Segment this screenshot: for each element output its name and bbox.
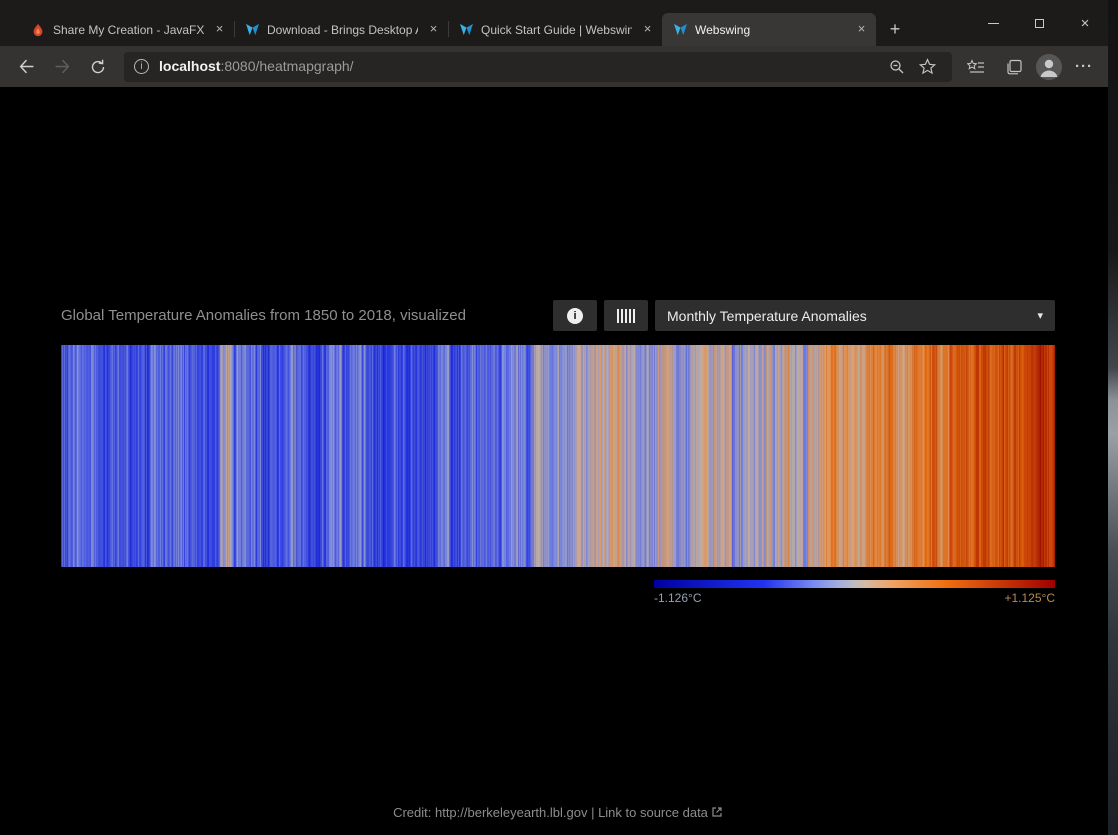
- address-bar[interactable]: i localhost:8080/heatmapgraph/: [124, 52, 952, 82]
- refresh-button[interactable]: [80, 52, 116, 82]
- tab-title: Download - Brings Desktop A: [267, 23, 418, 37]
- webswing-logo-icon: [672, 22, 688, 38]
- credit-footer: Credit: http://berkeleyearth.lbl.gov | L…: [61, 805, 1055, 835]
- tab-download-webswing[interactable]: Download - Brings Desktop A ×: [234, 13, 448, 46]
- dropdown-selected-label: Monthly Temperature Anomalies: [667, 308, 867, 324]
- info-button[interactable]: i: [553, 300, 597, 331]
- tab-title: Webswing: [695, 23, 846, 37]
- tab-title: Share My Creation - JavaFX a: [53, 23, 204, 37]
- tab-share-my-creation[interactable]: Share My Creation - JavaFX a ×: [20, 13, 234, 46]
- maximize-button[interactable]: [1016, 0, 1062, 46]
- back-button[interactable]: [8, 52, 44, 82]
- page-title: Global Temperature Anomalies from 1850 t…: [61, 307, 546, 324]
- page-info-icon[interactable]: i: [134, 59, 149, 74]
- refresh-icon: [90, 59, 106, 75]
- color-legend: -1.126°C +1.125°C: [654, 580, 1055, 605]
- tab-close-icon[interactable]: ×: [211, 21, 228, 38]
- collections-icon[interactable]: [998, 53, 1030, 81]
- profile-avatar[interactable]: [1036, 54, 1062, 80]
- window-controls: ×: [970, 0, 1108, 46]
- desktop-wallpaper-sliver: [1108, 0, 1118, 835]
- legend-min-label: -1.126°C: [654, 591, 702, 605]
- forward-button[interactable]: [44, 52, 80, 82]
- external-link-icon: [711, 806, 723, 818]
- zoom-icon[interactable]: [882, 54, 912, 80]
- legend-labels: -1.126°C +1.125°C: [654, 591, 1055, 605]
- maximize-icon: [1035, 19, 1044, 28]
- tab-title: Quick Start Guide | Webswing: [481, 23, 632, 37]
- url-host: localhost: [159, 58, 220, 74]
- webswing-logo-icon: [244, 22, 260, 38]
- forward-arrow-icon: [54, 58, 71, 75]
- tab-close-icon[interactable]: ×: [639, 21, 656, 38]
- minimize-button[interactable]: [970, 0, 1016, 46]
- chevron-down-icon: ▾: [1037, 309, 1043, 322]
- legend-max-label: +1.125°C: [1004, 591, 1055, 605]
- source-data-link[interactable]: Link to source data: [598, 805, 708, 820]
- chart-header-row: Global Temperature Anomalies from 1850 t…: [61, 300, 1055, 331]
- minimize-icon: [988, 23, 999, 24]
- tab-webswing-active[interactable]: Webswing ×: [662, 13, 876, 46]
- browser-window: Share My Creation - JavaFX a × Download …: [0, 0, 1108, 835]
- tab-quick-start-guide[interactable]: Quick Start Guide | Webswing ×: [448, 13, 662, 46]
- favorites-bar-icon[interactable]: [960, 53, 992, 81]
- info-icon: i: [567, 308, 583, 324]
- close-window-button[interactable]: ×: [1062, 0, 1108, 46]
- url-text: localhost:8080/heatmapgraph/: [159, 58, 882, 76]
- stripes-icon: [617, 309, 635, 323]
- browser-toolbar: i localhost:8080/heatmapgraph/: [0, 46, 1108, 87]
- url-path: :8080/heatmapgraph/: [220, 58, 353, 74]
- webswing-logo-icon: [458, 22, 474, 38]
- xda-flame-icon: [30, 22, 46, 38]
- new-tab-button[interactable]: +: [880, 14, 910, 44]
- settings-menu-icon[interactable]: ···: [1068, 53, 1100, 81]
- back-arrow-icon: [18, 58, 35, 75]
- credit-text: Credit: http://berkeleyearth.lbl.gov |: [393, 805, 598, 820]
- dataset-dropdown[interactable]: Monthly Temperature Anomalies ▾: [655, 300, 1055, 331]
- legend-gradient-bar: [654, 580, 1055, 588]
- browser-tab-bar: Share My Creation - JavaFX a × Download …: [0, 0, 1108, 46]
- screen: Share My Creation - JavaFX a × Download …: [0, 0, 1118, 835]
- tab-close-icon[interactable]: ×: [853, 21, 870, 38]
- stripes-view-button[interactable]: [604, 300, 648, 331]
- favorite-star-icon[interactable]: [912, 54, 942, 80]
- page-content: Global Temperature Anomalies from 1850 t…: [0, 87, 1108, 835]
- toolbar-right-cluster: ···: [960, 53, 1100, 81]
- warming-stripes-canvas: [61, 345, 1055, 567]
- tab-close-icon[interactable]: ×: [425, 21, 442, 38]
